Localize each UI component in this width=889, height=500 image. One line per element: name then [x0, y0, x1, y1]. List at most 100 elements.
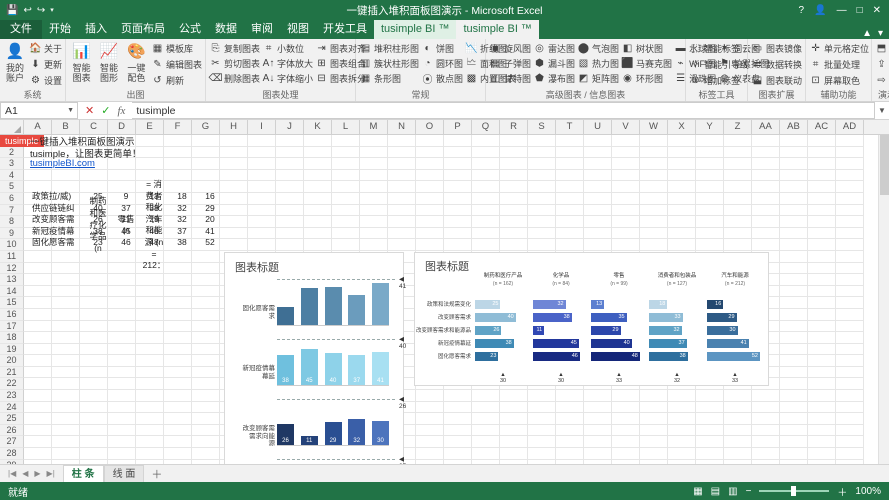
mirror-chart-button[interactable]: ▭ 图表镜像 [751, 41, 802, 56]
grid-body[interactable]: 1234567891011121314151617181920212223242… [0, 135, 889, 464]
chart2-bar[interactable]: 46 [533, 352, 580, 361]
grid-cell[interactable] [808, 459, 836, 464]
grid-cell[interactable] [192, 436, 220, 449]
grid-cell[interactable] [528, 135, 556, 147]
mosaic-chart-button[interactable]: ⬛ 马赛克图 [621, 56, 672, 71]
grid-cell[interactable] [724, 216, 752, 228]
grid-cell[interactable] [416, 169, 444, 182]
grid-cell[interactable] [24, 274, 52, 286]
batch-process-button[interactable]: ⌗ 批量处理 [809, 57, 869, 72]
grid-cell[interactable] [164, 297, 192, 309]
grid-cell[interactable] [752, 436, 780, 449]
grid-cell[interactable] [248, 146, 276, 159]
select-all-corner[interactable] [0, 120, 24, 134]
font-down-button[interactable]: A↓ 字体缩小 [262, 71, 313, 86]
chart1-panel[interactable]: 固化愿客需 求 ◀ 41 [225, 275, 406, 331]
grid-cell[interactable] [640, 204, 668, 217]
window-buttons[interactable]: ? 👤 — □ ✕ [799, 5, 889, 16]
column-header-Y[interactable]: Y [696, 120, 724, 134]
grid-cell[interactable] [416, 216, 444, 228]
grid-cell[interactable] [668, 401, 696, 414]
smart-label-button[interactable]: ⬚ 智能标签 [689, 41, 749, 56]
waterfall-chart-button[interactable]: ⬟ 瀑布图 [533, 71, 575, 86]
grid-cell[interactable] [836, 297, 864, 309]
grid-cell[interactable] [332, 216, 360, 228]
grid-cell[interactable] [668, 135, 696, 147]
grid-cell[interactable] [52, 366, 80, 379]
grid-cell[interactable] [724, 436, 752, 449]
grid-cell[interactable] [724, 146, 752, 159]
grid-cell[interactable] [220, 216, 248, 228]
chart2-bar[interactable]: 23 [475, 352, 499, 361]
chart2-bar[interactable]: 38 [649, 352, 688, 361]
grid-cell[interactable] [136, 448, 164, 460]
tab-pagelayout[interactable]: 页面布局 [114, 20, 172, 39]
grid-cell[interactable] [724, 239, 752, 251]
grid-cell[interactable] [808, 366, 836, 379]
grid-cell[interactable] [808, 320, 836, 333]
grid-cell[interactable] [472, 424, 500, 437]
row-header-10[interactable]: 10 [0, 239, 24, 251]
grid-cell[interactable] [780, 343, 808, 356]
grid-cell[interactable] [192, 146, 220, 159]
grid-cell[interactable] [780, 413, 808, 425]
chart2-bar[interactable]: 33 [649, 313, 683, 322]
grid-cell[interactable] [304, 181, 332, 193]
grid-cell[interactable] [276, 239, 304, 251]
grid-cell[interactable] [612, 204, 640, 217]
grid-cell[interactable] [164, 158, 192, 170]
grid-cell[interactable] [80, 274, 108, 286]
formula-bar[interactable]: A1 ▼ ✕ ✓ fx tusimple ▼ [0, 102, 889, 120]
grid-cell[interactable] [80, 308, 108, 321]
grid-cell[interactable] [304, 135, 332, 147]
grid-cell[interactable] [248, 158, 276, 170]
grid-cell[interactable] [556, 204, 584, 217]
grid-cell[interactable] [640, 227, 668, 240]
grid-cell[interactable] [640, 239, 668, 251]
copy-chart-button[interactable]: ⎘ 复制图表 [209, 41, 261, 56]
grid-cell[interactable] [696, 135, 724, 147]
grid-cell[interactable] [472, 436, 500, 449]
grid-cell[interactable] [612, 401, 640, 414]
grid-cell[interactable] [52, 401, 80, 414]
grid-cell[interactable] [780, 239, 808, 251]
grid-cell[interactable] [528, 239, 556, 251]
grid-cell[interactable] [248, 181, 276, 193]
grid-cell[interactable] [780, 204, 808, 217]
grid-cell[interactable] [528, 448, 556, 460]
grid-cell[interactable] [388, 135, 416, 147]
grid-cell[interactable] [640, 413, 668, 425]
grid-cell[interactable] [668, 204, 696, 217]
grid-cell[interactable] [584, 146, 612, 159]
column-header-A[interactable]: A [24, 120, 52, 134]
smart-chart-button[interactable]: 📊 智能图表 [69, 41, 94, 83]
export-image-button[interactable]: ⇪导出图片 [875, 57, 889, 72]
pie-button[interactable]: ◐ 饼图 [421, 41, 463, 56]
maximize-icon[interactable]: □ [857, 5, 863, 16]
grid-cell[interactable] [612, 227, 640, 240]
grid-cell[interactable] [276, 227, 304, 240]
zoom-out-button[interactable]: − [746, 486, 752, 497]
grid-cell[interactable] [80, 424, 108, 437]
grid-cell[interactable] [752, 158, 780, 170]
grid-cell[interactable] [192, 424, 220, 437]
grid-cell[interactable] [164, 343, 192, 356]
grid-cell[interactable] [192, 390, 220, 402]
grid-cell[interactable] [52, 459, 80, 464]
grid-cell[interactable] [780, 135, 808, 147]
grid-cell[interactable] [836, 262, 864, 275]
grid-cell[interactable] [444, 448, 472, 460]
grid-cell[interactable] [724, 158, 752, 170]
grid-cell[interactable] [668, 216, 696, 228]
row-header-19[interactable]: 19 [0, 343, 24, 356]
chart1-bar[interactable] [324, 286, 342, 325]
grid-cell[interactable] [780, 390, 808, 402]
cell[interactable]: 32 [168, 203, 196, 215]
grid-cell[interactable] [808, 355, 836, 367]
formula-bar-icons[interactable]: ✕ ✓ fx [78, 104, 132, 118]
grid-cell[interactable] [332, 146, 360, 159]
grid-cell[interactable] [724, 459, 752, 464]
grid-cell[interactable] [724, 135, 752, 147]
heatmap-chart-button[interactable]: ▧ 热力图 [577, 56, 619, 71]
row-header-22[interactable]: 22 [0, 378, 24, 391]
